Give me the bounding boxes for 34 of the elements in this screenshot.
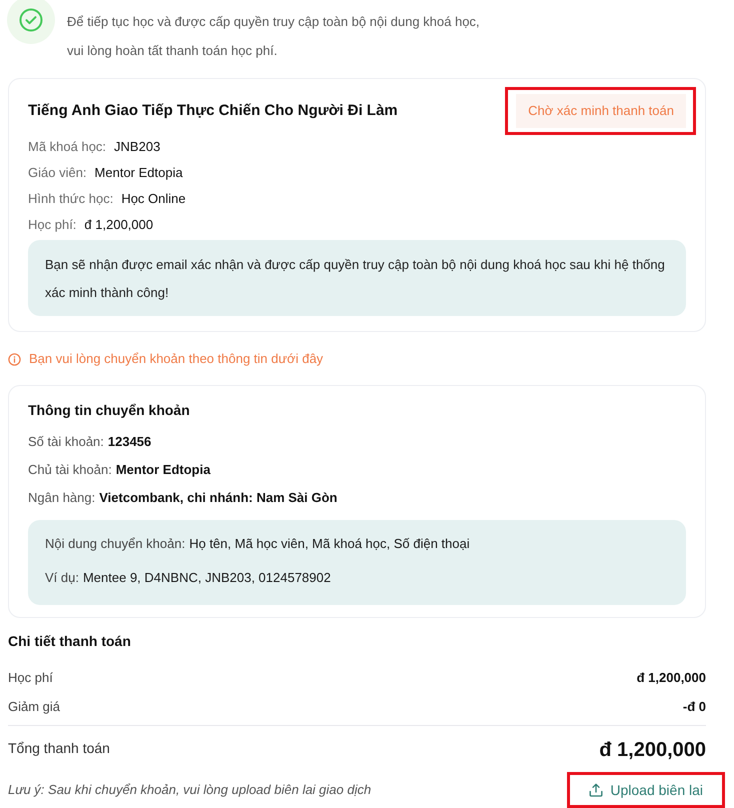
field-value: Mentor Edtopia [116, 461, 210, 480]
instruction-value: Mentee 9, D4NBNC, JNB203, 0124578902 [82, 569, 331, 588]
line-label: Học phí [8, 668, 53, 687]
note-text: Lưu ý: Sau khi chuyển khoản, vui lòng upload biên lai giao dịch [8, 781, 372, 800]
line-label: Giảm giá [8, 698, 60, 716]
field-label: Số tài khoản: [28, 433, 104, 452]
field-value: Học Online [121, 190, 186, 208]
field-value: JNB203 [114, 138, 160, 156]
line-amount: đ 1,200,000 [636, 668, 706, 687]
section-title: Thông tin chuyển khoản [28, 401, 191, 419]
status-badge: Chờ xác minh thanh toán [516, 94, 686, 128]
course-title: Tiếng Anh Giao Tiếp Thực Chiến Cho Người Đi Làm [28, 100, 398, 121]
instruction-label: Ví dụ: [45, 569, 79, 588]
field-value: đ 1,200,000 [84, 216, 154, 234]
field-label: Học phí: [28, 216, 76, 234]
field-label: Mã khoá học: [28, 138, 106, 156]
total-label: Tổng thanh toán [8, 738, 110, 758]
notice-text: Bạn vui lòng chuyển khoản theo thông tin dưới đây [29, 350, 324, 368]
field-label: Hình thức học: [28, 190, 114, 208]
total-amount: đ 1,200,000 [599, 738, 706, 763]
line-amount: -đ 0 [682, 698, 706, 716]
field-label: Giáo viên: [28, 164, 87, 182]
info-note: Bạn sẽ nhận được email xác nhận và được cấp quyền truy cập toàn bộ nội dung khoá học sau khi hệ thống xác minh thành công! [28, 240, 686, 316]
field-label: Chủ tài khoản: [28, 461, 112, 480]
info-icon [8, 352, 21, 366]
instruction-label: Nội dung chuyển khoản: [45, 535, 186, 554]
field-label: Ngân hàng: [28, 489, 96, 508]
upload-icon [589, 783, 604, 797]
section-title: Chi tiết thanh toán [8, 632, 132, 651]
field-value: 123456 [108, 433, 152, 452]
field-value: Mentor Edtopia [94, 164, 183, 182]
instruction-value: Họ tên, Mã học viên, Mã khoá học, Số điện thoại [189, 535, 470, 554]
field-value: Vietcombank, chi nhánh: Nam Sài Gòn [99, 489, 338, 508]
instruction-text: Để tiếp tục học và được cấp quyền truy cập toàn bộ nội dung khoá học, vui lòng hoàn tất thanh toán học phí. [67, 13, 480, 60]
